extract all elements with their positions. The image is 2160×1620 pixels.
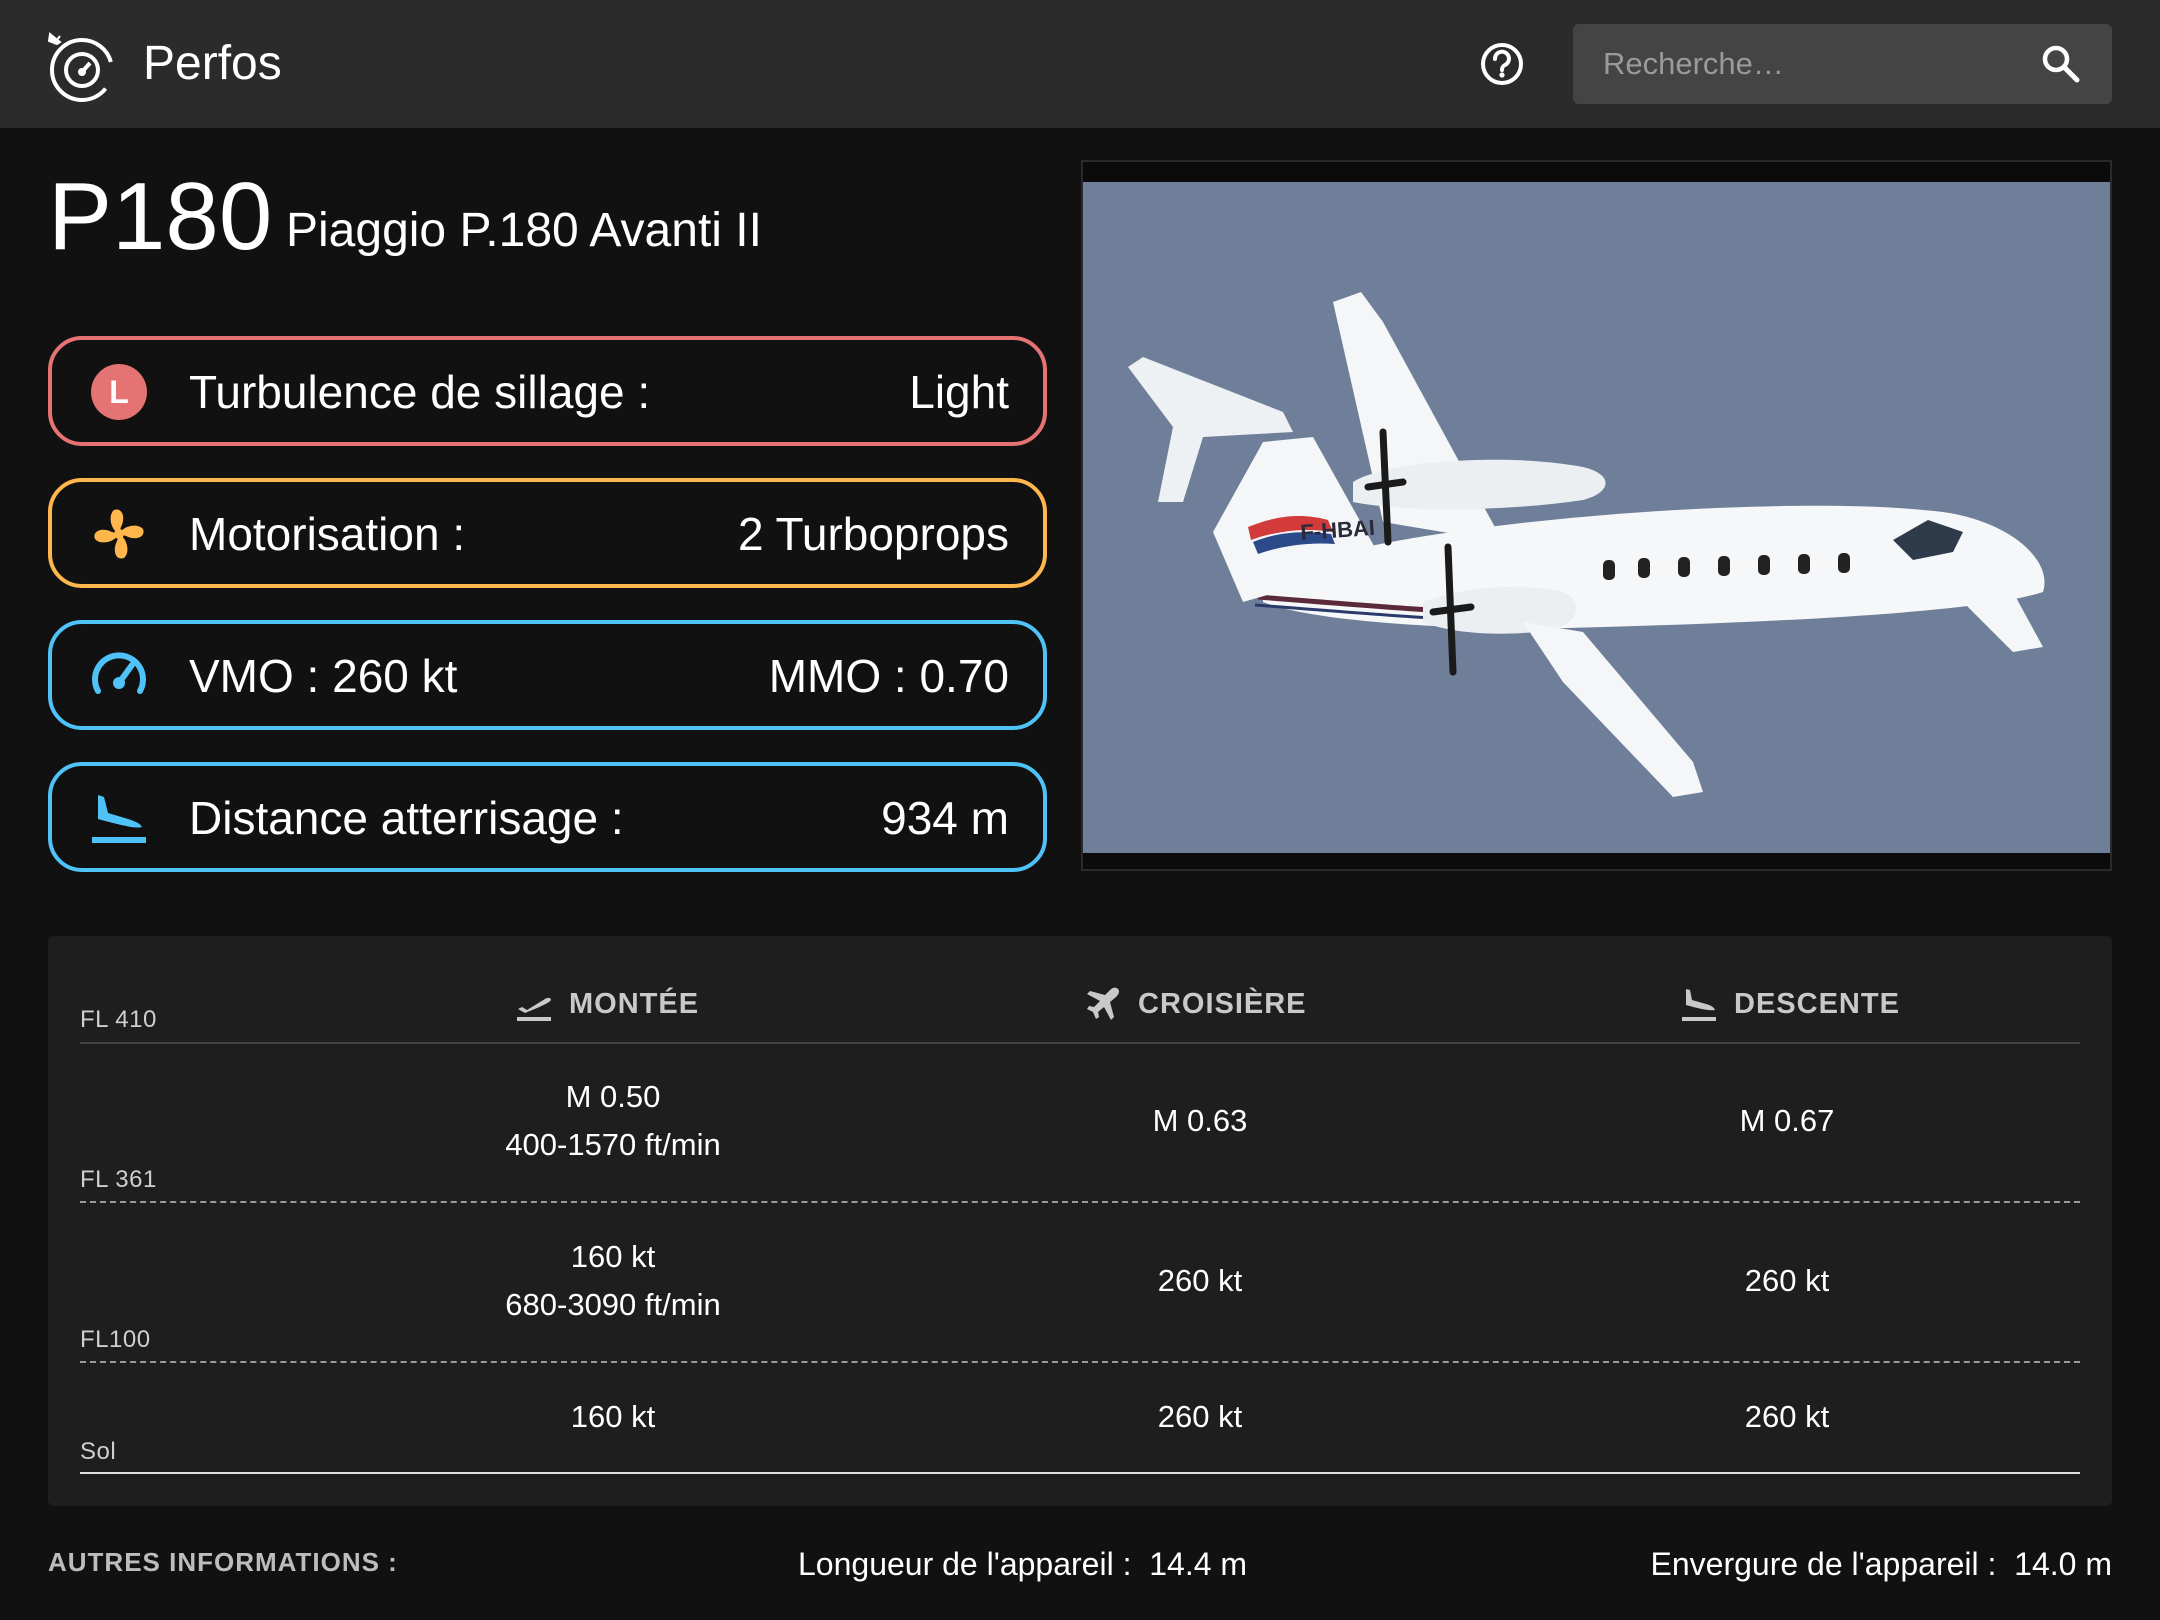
landing-small-icon xyxy=(1682,989,1716,1021)
fl-label-mid-high: FL 361 xyxy=(80,1166,157,1193)
airplane-icon xyxy=(1087,987,1120,1020)
wake-turbulence-card: L Turbulence de sillage : Light xyxy=(48,336,1047,446)
search-icon[interactable] xyxy=(2039,42,2083,86)
performance-panel: MONTÉE CROISIÈRE DESCENTE FL 410 FL 361 … xyxy=(48,936,2112,1506)
takeoff-icon xyxy=(517,997,551,1021)
climb-speed-cell: 160 kt xyxy=(570,1239,656,1274)
header-divider xyxy=(80,1042,2080,1044)
aircraft-span: Envergure de l'appareil : 14.0 m xyxy=(1651,1544,2112,1584)
column-descent-header: DESCENTE xyxy=(1680,984,1900,1024)
wake-turbulence-L-icon: L xyxy=(91,364,147,420)
column-cruise-label: CROISIÈRE xyxy=(1138,987,1307,1020)
descent-cell: 260 kt xyxy=(1744,1263,1830,1298)
aircraft-span-value: 14.0 m xyxy=(2014,1546,2112,1582)
ground-line xyxy=(80,1472,2080,1474)
column-climb-header: MONTÉE xyxy=(515,984,699,1024)
aircraft-code: P180 xyxy=(48,163,273,270)
fl-label-top: FL 410 xyxy=(80,1006,157,1033)
wake-turbulence-value: Light xyxy=(909,366,1009,418)
aircraft-length: Longueur de l'appareil : 14.4 m xyxy=(798,1544,1247,1584)
aircraft-photo: F-HBAI xyxy=(1083,182,2110,853)
aircraft-name: Piaggio P.180 Avanti II xyxy=(286,204,762,257)
aircraft-span-label: Envergure de l'appareil : xyxy=(1650,1546,1997,1582)
climb-speed-cell: 160 kt xyxy=(570,1399,656,1434)
search-box xyxy=(1573,24,2112,104)
landing-card: Distance atterrisage : 934 m xyxy=(48,762,1047,872)
column-cruise-header: CROISIÈRE xyxy=(1084,984,1307,1024)
search-input[interactable] xyxy=(1603,34,2023,94)
wake-badge-letter: L xyxy=(109,374,129,410)
cruise-cell: 260 kt xyxy=(1157,1263,1243,1298)
descent-cell: 260 kt xyxy=(1744,1399,1830,1434)
vmo-label: VMO : 260 kt xyxy=(189,650,458,702)
engine-label: Motorisation : xyxy=(189,508,466,560)
speed-card: VMO : 260 kt MMO : 0.70 xyxy=(48,620,1047,730)
help-icon[interactable] xyxy=(1478,40,1526,88)
speedometer-icon xyxy=(92,652,146,694)
app-title: Perfos xyxy=(143,37,282,90)
aircraft-registration: F-HBAI xyxy=(1300,515,1376,545)
descent-cell: M 0.67 xyxy=(1739,1103,1835,1138)
fl-label-mid-low: FL100 xyxy=(80,1326,151,1353)
engine-card: Motorisation : 2 Turboprops xyxy=(48,478,1047,588)
other-info-title: AUTRES INFORMATIONS : xyxy=(48,1547,398,1577)
mmo-value: MMO : 0.70 xyxy=(768,650,1009,702)
app-logo-icon xyxy=(47,32,114,102)
level-divider-100 xyxy=(80,1361,2080,1363)
climb-speed-cell: M 0.50 xyxy=(565,1079,661,1114)
landing-icon xyxy=(92,795,146,843)
column-climb-label: MONTÉE xyxy=(569,987,700,1020)
aircraft-photo-frame: F-HBAI xyxy=(1081,160,2112,871)
fl-label-ground: Sol xyxy=(80,1438,117,1465)
aircraft-length-value: 14.4 m xyxy=(1149,1546,1248,1582)
landing-distance-label: Distance atterrisage : xyxy=(189,792,624,844)
climb-rate-cell: 680-3090 ft/min xyxy=(505,1287,721,1322)
cruise-cell: 260 kt xyxy=(1157,1399,1243,1434)
cruise-cell: M 0.63 xyxy=(1152,1103,1248,1138)
top-app-bar: Perfos xyxy=(0,0,2160,128)
aircraft-length-label: Longueur de l'appareil : xyxy=(798,1546,1132,1582)
fan-icon xyxy=(94,509,144,559)
engine-value: 2 Turboprops xyxy=(737,508,1009,560)
column-descent-label: DESCENTE xyxy=(1734,987,1900,1020)
wake-turbulence-label: Turbulence de sillage : xyxy=(189,366,651,418)
climb-rate-cell: 400-1570 ft/min xyxy=(505,1127,721,1162)
level-divider-361 xyxy=(80,1201,2080,1203)
landing-distance-value: 934 m xyxy=(881,792,1009,844)
